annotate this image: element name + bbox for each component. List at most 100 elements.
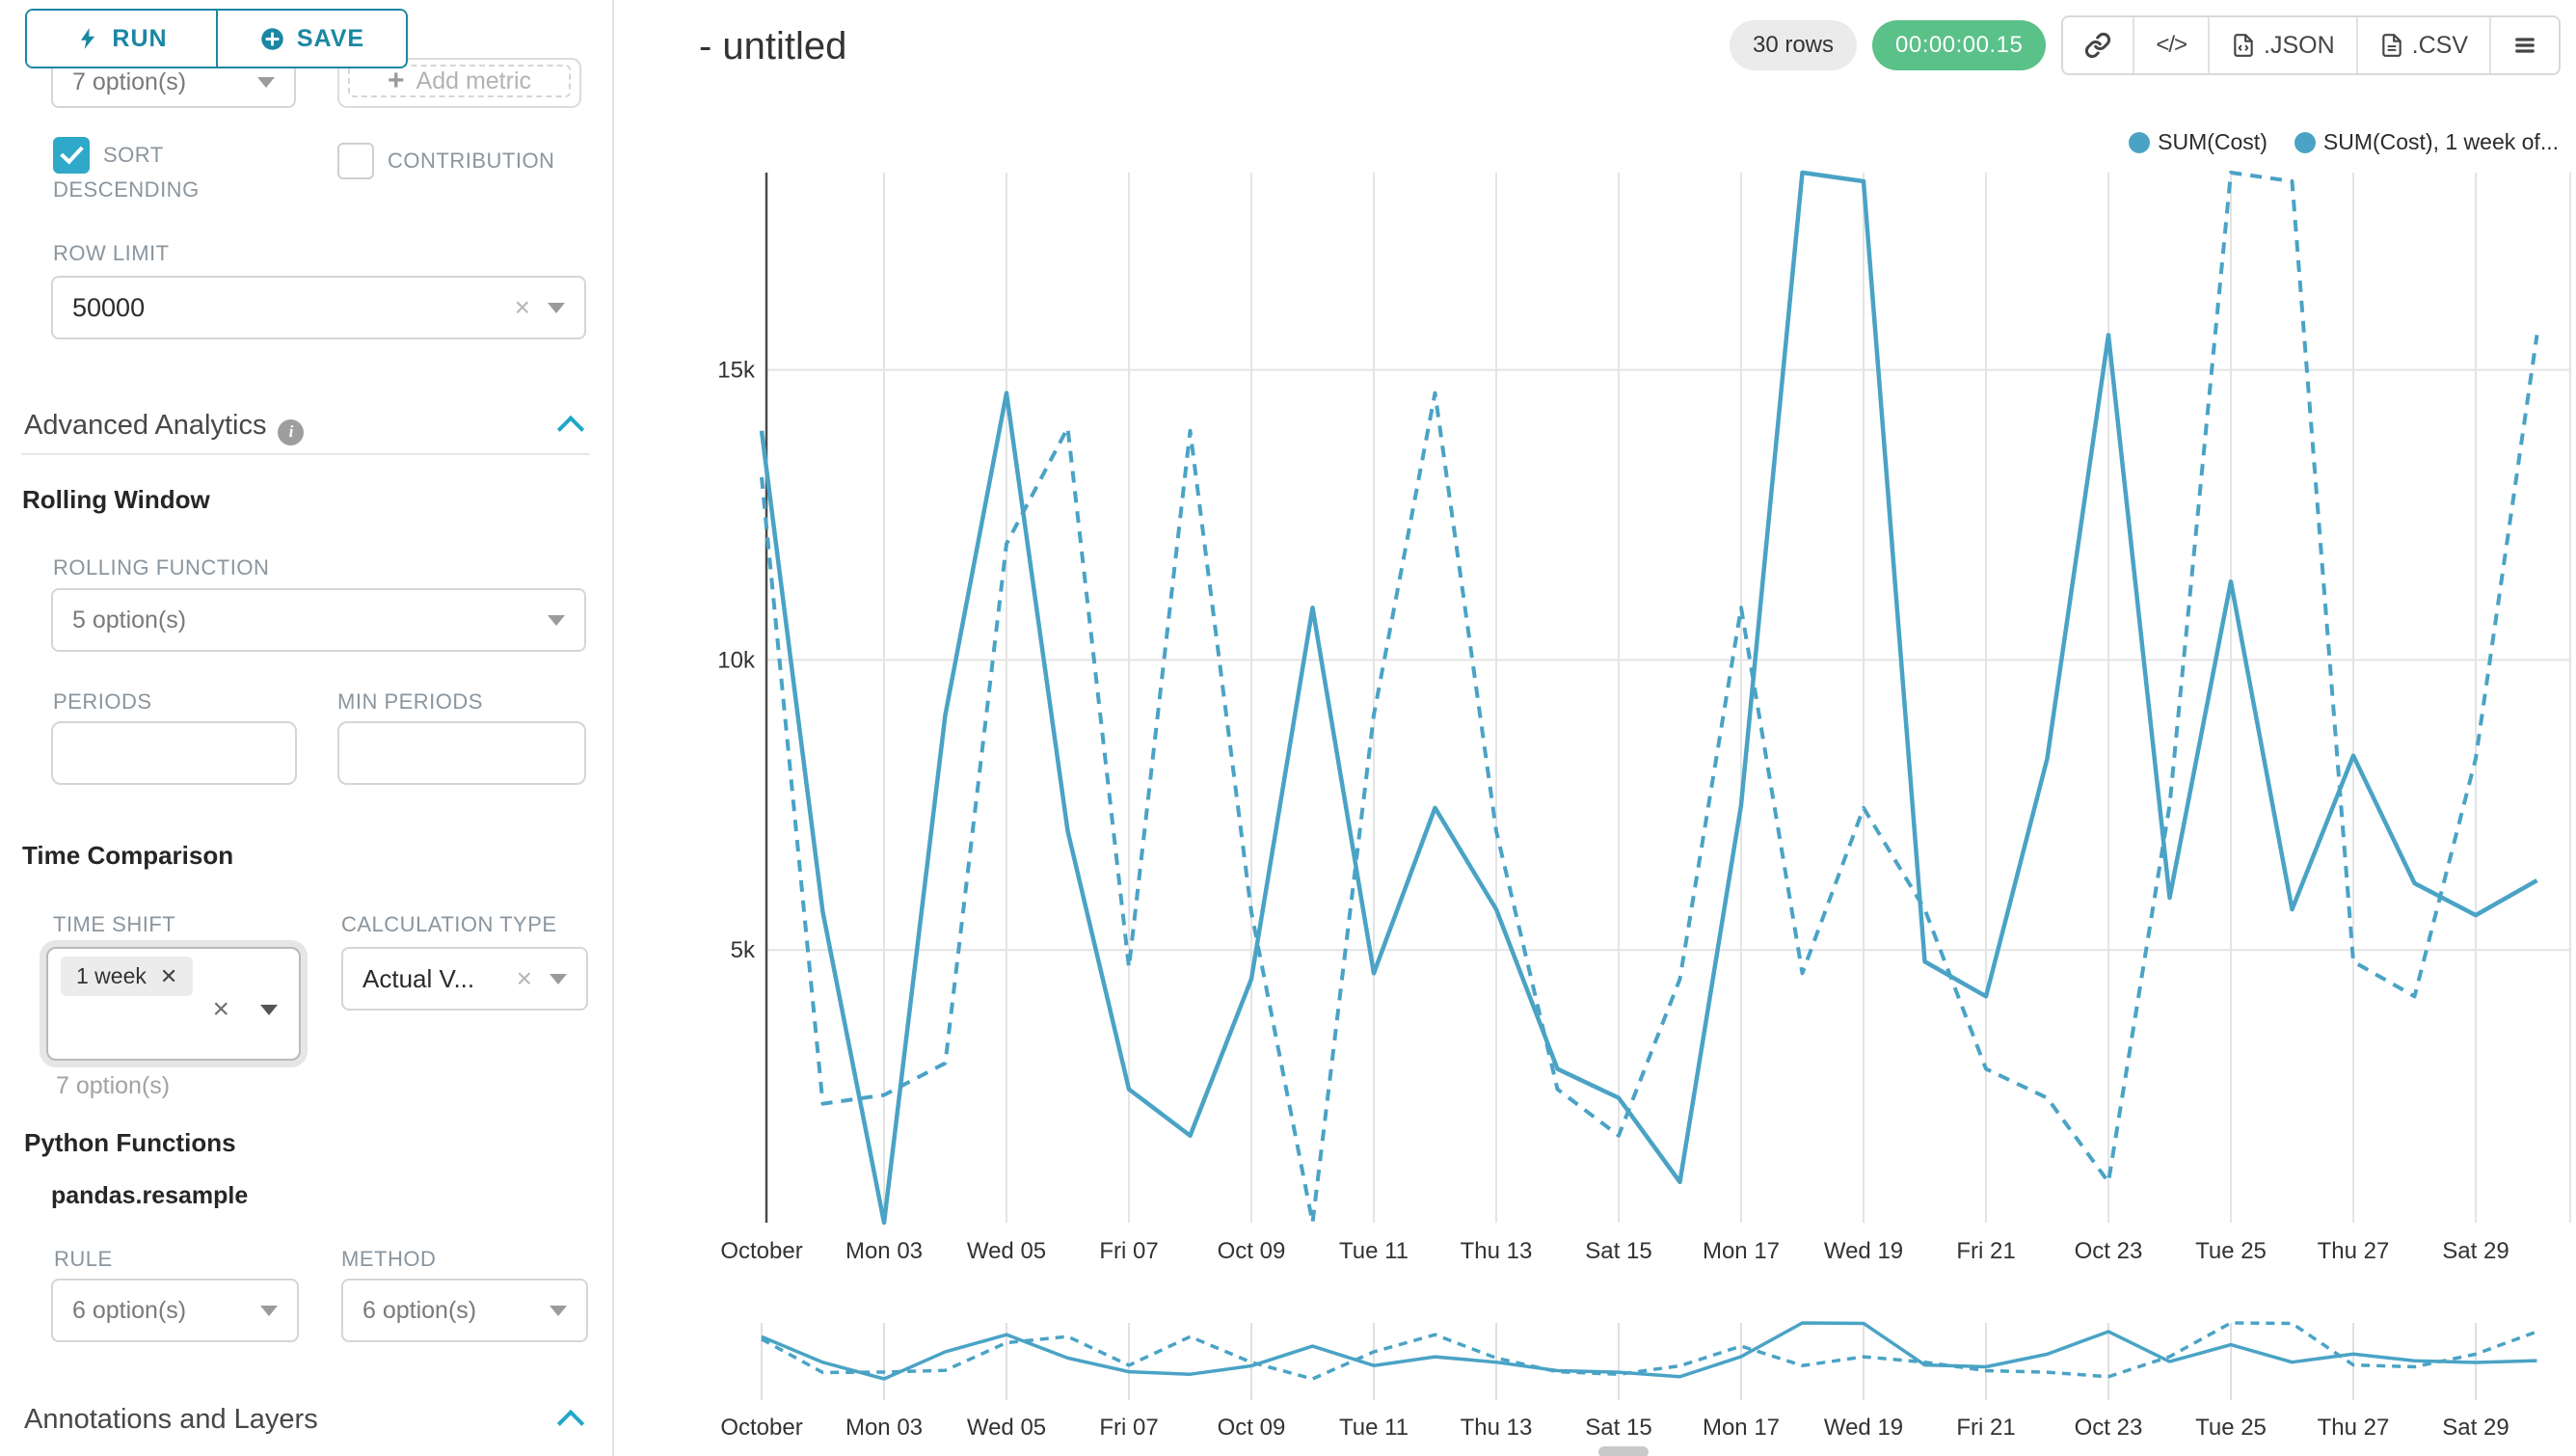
svg-text:Sat 15: Sat 15 <box>1585 1415 1651 1441</box>
min-periods-input[interactable] <box>337 721 586 785</box>
clear-icon[interactable]: × <box>517 963 532 994</box>
svg-text:Wed 19: Wed 19 <box>1824 1238 1903 1264</box>
superset-explore-page: 7 option(s) + Add metric RUN SAVE SORT D… <box>0 0 2576 1456</box>
svg-text:Tue 25: Tue 25 <box>2195 1415 2267 1441</box>
sort-descending-control[interactable]: SORT DESCENDING <box>53 137 275 206</box>
caret-down-icon <box>550 974 567 984</box>
svg-text:Mon 03: Mon 03 <box>845 1415 923 1441</box>
add-metric-button[interactable]: + Add metric <box>348 65 571 97</box>
contribution-control[interactable]: CONTRIBUTION <box>337 143 598 179</box>
annotations-header[interactable]: Annotations and Layers <box>24 1404 590 1436</box>
svg-text:Tue 11: Tue 11 <box>1339 1415 1409 1441</box>
svg-text:Thu 27: Thu 27 <box>2318 1238 2390 1264</box>
svg-text:October: October <box>720 1415 802 1441</box>
min-periods-label: MIN PERIODS <box>337 689 483 715</box>
save-button-label: SAVE <box>297 25 364 53</box>
svg-text:15k: 15k <box>717 358 756 384</box>
time-comparison-title: Time Comparison <box>22 841 233 871</box>
rolling-window-title: Rolling Window <box>22 485 210 515</box>
rule-label: RULE <box>54 1247 113 1272</box>
periods-label: PERIODS <box>53 689 152 715</box>
svg-text:Sat 15: Sat 15 <box>1585 1238 1651 1264</box>
time-shift-label: TIME SHIFT <box>53 912 175 937</box>
pandas-resample-label: pandas.resample <box>51 1182 248 1210</box>
svg-text:Wed 05: Wed 05 <box>967 1415 1046 1441</box>
section-divider <box>21 453 590 455</box>
rolling-function-select[interactable]: 5 option(s) <box>51 588 586 652</box>
time-shift-multiselect[interactable]: 1 week ✕ × <box>46 947 301 1061</box>
remove-chip-icon[interactable]: ✕ <box>160 964 177 989</box>
calculation-type-select[interactable]: Actual V... × <box>341 947 588 1011</box>
series-line-dashed <box>762 173 2537 1223</box>
svg-text:Oct 09: Oct 09 <box>1218 1238 1286 1264</box>
time-shift-chip: 1 week ✕ <box>61 957 193 996</box>
svg-text:Fri 21: Fri 21 <box>1956 1238 2015 1264</box>
chevron-up-icon[interactable] <box>557 416 584 443</box>
svg-text:Wed 05: Wed 05 <box>967 1238 1046 1264</box>
svg-text:Mon 17: Mon 17 <box>1703 1415 1780 1441</box>
svg-text:10k: 10k <box>717 647 756 673</box>
svg-text:Thu 13: Thu 13 <box>1461 1238 1533 1264</box>
chart-gridlines <box>766 173 2570 1223</box>
chart-series-lines[interactable] <box>762 173 2537 1223</box>
checkbox-unchecked-icon[interactable] <box>337 143 374 179</box>
svg-text:Oct 23: Oct 23 <box>2075 1238 2143 1264</box>
save-button[interactable]: SAVE <box>216 11 406 67</box>
method-select[interactable]: 6 option(s) <box>341 1279 588 1342</box>
clear-icon[interactable]: × <box>515 292 530 323</box>
chevron-up-icon[interactable] <box>557 1410 584 1437</box>
run-button[interactable]: RUN <box>27 11 216 67</box>
svg-text:Tue 11: Tue 11 <box>1339 1238 1409 1264</box>
run-save-button-bar: RUN SAVE <box>25 9 408 68</box>
time-shift-chip-label: 1 week <box>76 963 147 989</box>
caret-down-icon <box>257 77 275 88</box>
svg-text:Fri 07: Fri 07 <box>1099 1415 1158 1441</box>
plus-circle-icon <box>259 26 285 52</box>
checkbox-checked-icon[interactable] <box>53 137 90 174</box>
advanced-analytics-header[interactable]: Advanced Analytics i <box>24 410 590 445</box>
line-chart-canvas[interactable]: 5k 10k 15k October Mon 03 Wed 05 Fri 07 Oct 09 T… <box>614 0 2576 1456</box>
bottom-scroll-handle[interactable] <box>1598 1446 1649 1456</box>
rolling-function-label: ROLLING FUNCTION <box>53 555 269 580</box>
svg-text:Mon 03: Mon 03 <box>845 1238 923 1264</box>
calculation-type-label: CALCULATION TYPE <box>341 912 557 937</box>
calculation-type-value: Actual V... <box>362 964 517 994</box>
rule-select[interactable]: 6 option(s) <box>51 1279 299 1342</box>
advanced-analytics-title: Advanced Analytics <box>24 410 266 441</box>
caret-down-icon <box>260 1005 278 1015</box>
mini-preview-chart[interactable]: OctoberMon 03Wed 05Fri 07Oct 09Tue 11Thu… <box>720 1323 2536 1441</box>
python-functions-title: Python Functions <box>24 1128 236 1158</box>
chart-panel: - untitled 30 rows 00:00:00.15 </> <box>614 0 2576 1456</box>
row-limit-select[interactable]: 50000 × <box>51 276 586 339</box>
caret-down-icon <box>260 1306 278 1316</box>
svg-text:Fri 21: Fri 21 <box>1956 1415 2015 1441</box>
svg-text:Mon 17: Mon 17 <box>1703 1238 1780 1264</box>
rule-value: 6 option(s) <box>72 1297 260 1325</box>
row-limit-label: ROW LIMIT <box>53 241 170 266</box>
control-panel-sidebar: 7 option(s) + Add metric RUN SAVE SORT D… <box>0 0 614 1456</box>
svg-text:5k: 5k <box>731 937 756 963</box>
y-axis: 5k 10k 15k <box>717 173 766 1223</box>
row-limit-value: 50000 <box>72 293 515 323</box>
mini-series-line-dashed <box>762 1323 2537 1379</box>
periods-input[interactable] <box>51 721 297 785</box>
rolling-function-value: 5 option(s) <box>72 607 548 634</box>
svg-text:Fri 07: Fri 07 <box>1099 1238 1158 1264</box>
caret-down-icon <box>550 1306 567 1316</box>
method-value: 6 option(s) <box>362 1297 550 1325</box>
caret-down-icon <box>548 615 565 626</box>
svg-text:Thu 27: Thu 27 <box>2318 1415 2390 1441</box>
info-icon[interactable]: i <box>278 419 304 445</box>
clear-icon[interactable]: × <box>212 993 229 1026</box>
add-metric-label: Add metric <box>416 67 531 95</box>
run-button-label: RUN <box>112 25 167 53</box>
metrics-select-value: 7 option(s) <box>72 68 257 96</box>
svg-text:October: October <box>720 1238 802 1264</box>
method-label: METHOD <box>341 1247 436 1272</box>
time-shift-helper: 7 option(s) <box>56 1072 170 1100</box>
svg-text:Tue 25: Tue 25 <box>2195 1238 2267 1264</box>
svg-text:Sat 29: Sat 29 <box>2442 1238 2509 1264</box>
svg-text:Thu 13: Thu 13 <box>1461 1415 1533 1441</box>
lightning-bolt-icon <box>75 26 100 51</box>
annotations-title: Annotations and Layers <box>24 1404 318 1435</box>
